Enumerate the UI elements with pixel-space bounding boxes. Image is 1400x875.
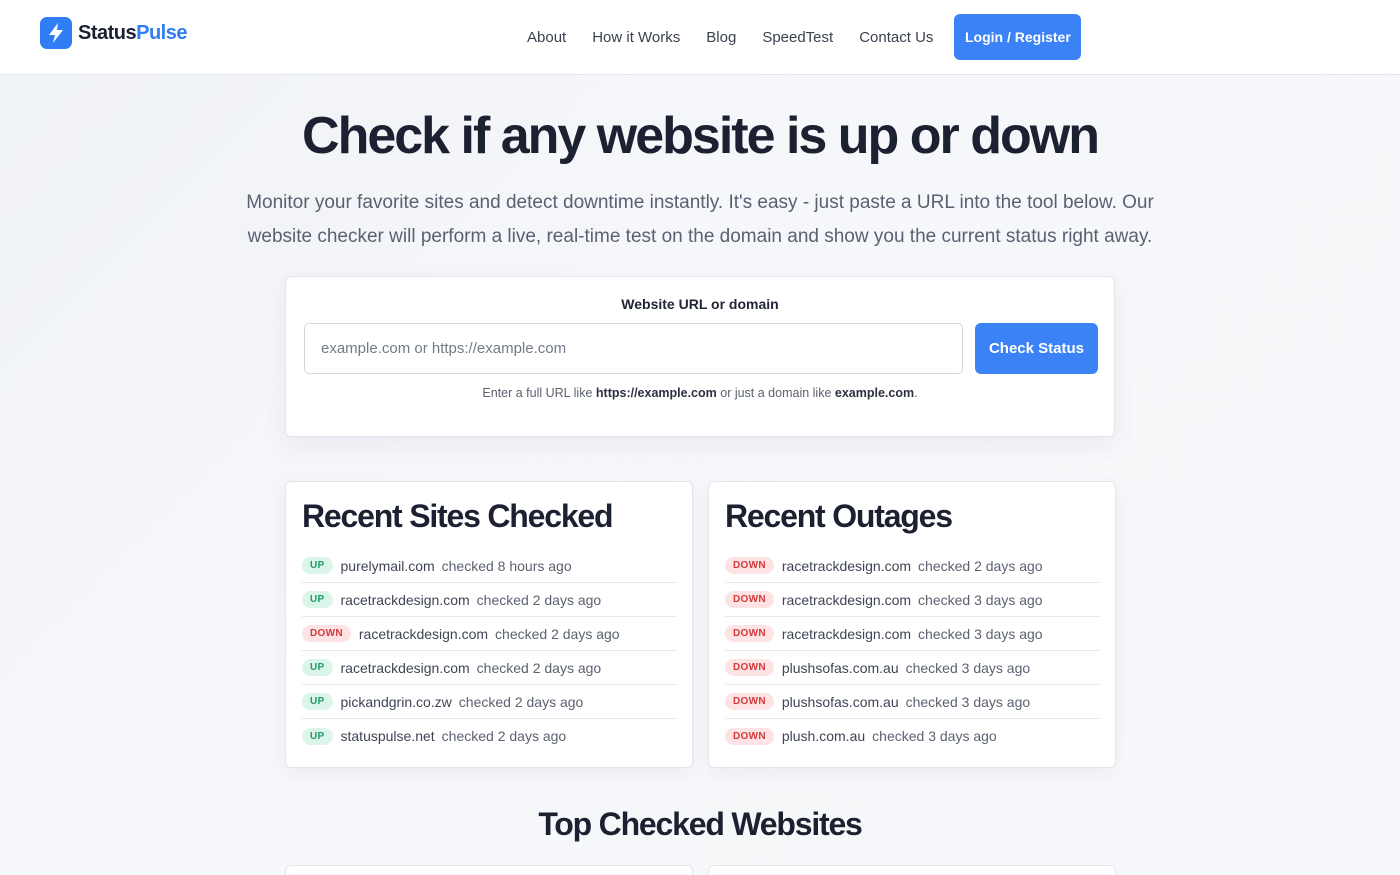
- status-badge: DOWN: [725, 659, 774, 676]
- site-domain-link[interactable]: plushsofas.com.au: [782, 660, 899, 676]
- status-badge: DOWN: [725, 625, 774, 642]
- top-navbar: StatusPulse About How it Works Blog Spee…: [0, 0, 1400, 75]
- recent-outages-panel: Recent Outages DOWN racetrackdesign.com ch…: [708, 481, 1116, 768]
- site-domain-link[interactable]: racetrackdesign.com: [782, 558, 911, 574]
- checked-time: checked 2 days ago: [476, 591, 602, 608]
- url-input[interactable]: [304, 323, 963, 374]
- status-badge: DOWN: [725, 591, 774, 608]
- nav-link-contact-us[interactable]: Contact Us: [846, 29, 946, 46]
- site-domain-link[interactable]: racetrackdesign.com: [782, 592, 911, 608]
- checked-time: checked 3 days ago: [905, 693, 1031, 710]
- site-domain-link[interactable]: racetrackdesign.com: [341, 660, 470, 676]
- list-item: DOWN plushsofas.com.au checked 3 days ago: [725, 651, 1100, 685]
- checked-time: checked 3 days ago: [918, 625, 1043, 642]
- nav-link-how-it-works[interactable]: How it Works: [579, 29, 693, 46]
- top-checked-title: Top Checked Websites: [538, 806, 863, 842]
- site-domain-link[interactable]: purelymail.com: [341, 558, 435, 574]
- list-item: DOWN racetrackdesign.com checked 3 days ag…: [725, 583, 1100, 617]
- recent-sites-title: Recent Sites Checked: [302, 498, 614, 534]
- list-item: DOWN plush.com.au checked 3 days ago: [725, 719, 1100, 753]
- list-item: DOWN racetrackdesign.com checked 3 days ag…: [725, 617, 1100, 651]
- hero-subtitle: Monitor your favorite sites and detect d…: [246, 192, 1154, 247]
- site-domain-link[interactable]: racetrackdesign.com: [359, 626, 488, 642]
- brand-name-part2: Pulse: [136, 21, 187, 44]
- status-badge: UP: [302, 659, 333, 676]
- status-badge: DOWN: [725, 693, 774, 710]
- site-domain-link[interactable]: statuspulse.net: [341, 728, 435, 744]
- status-badge: DOWN: [302, 625, 351, 642]
- list-item: UP racetrackdesign.com checked 2 days ago: [302, 583, 677, 617]
- checked-time: checked 2 days ago: [476, 659, 602, 676]
- checked-time: checked 2 days ago: [918, 557, 1043, 574]
- site-domain-link[interactable]: plushsofas.com.au: [782, 694, 899, 710]
- brand-logo[interactable]: StatusPulse: [40, 17, 187, 49]
- nav-link-blog[interactable]: Blog: [693, 29, 749, 46]
- list-item: DOWN plushsofas.com.au checked 3 days ago: [725, 685, 1100, 719]
- help-middle: or just a domain like: [716, 386, 835, 400]
- status-badge: UP: [302, 591, 333, 608]
- site-domain-link[interactable]: plush.com.au: [782, 728, 865, 744]
- recent-outages-title: Recent Outages: [725, 498, 953, 534]
- brand-name: StatusPulse: [78, 22, 187, 45]
- lightning-bolt-icon: [40, 17, 72, 49]
- status-badge: UP: [302, 693, 333, 710]
- checked-time: checked 8 hours ago: [441, 557, 572, 574]
- top-checked-card-right: [708, 865, 1116, 875]
- help-prefix: Enter a full URL like: [482, 386, 596, 400]
- checked-time: checked 3 days ago: [918, 591, 1043, 608]
- list-item: UP purelymail.com checked 8 hours ago: [302, 549, 677, 583]
- status-badge: UP: [302, 557, 333, 574]
- main-nav: About How it Works Blog SpeedTest Contac…: [514, 14, 1082, 60]
- site-domain-link[interactable]: racetrackdesign.com: [782, 626, 911, 642]
- url-checker-card: Website URL or domain Check Status Enter…: [285, 276, 1115, 437]
- status-badge: DOWN: [725, 557, 774, 574]
- url-field-label: Website URL or domain: [621, 296, 779, 312]
- status-badge: UP: [302, 727, 333, 745]
- nav-link-speedtest[interactable]: SpeedTest: [749, 29, 846, 46]
- list-item: UP racetrackdesign.com checked 2 days ago: [302, 651, 677, 685]
- top-checked-card-left: [285, 865, 693, 875]
- checked-time: checked 2 days ago: [441, 728, 567, 744]
- list-item: UP statuspulse.net checked 2 days ago: [302, 719, 677, 753]
- list-item: UP pickandgrin.co.zw checked 2 days ago: [302, 685, 677, 719]
- nav-link-about[interactable]: About: [514, 29, 579, 46]
- brand-name-part1: Status: [78, 21, 137, 44]
- url-help-text: Enter a full URL like https://example.co…: [286, 386, 1114, 400]
- site-domain-link[interactable]: racetrackdesign.com: [341, 592, 470, 608]
- checked-time: checked 2 days ago: [458, 693, 584, 710]
- checked-time: checked 3 days ago: [872, 728, 997, 744]
- list-item: DOWN racetrackdesign.com checked 2 days ag…: [302, 617, 677, 651]
- hero-title: Check if any website is up or down: [302, 107, 1100, 165]
- login-register-button[interactable]: Login / Register: [954, 14, 1082, 60]
- recent-sites-panel: Recent Sites Checked UP purelymail.com che…: [285, 481, 693, 768]
- help-example-domain: example.com: [834, 386, 915, 400]
- help-suffix: .: [914, 386, 918, 400]
- checked-time: checked 3 days ago: [905, 659, 1031, 676]
- recent-outages-list: DOWN racetrackdesign.com checked 2 days ag…: [725, 549, 1100, 753]
- check-status-button[interactable]: Check Status: [975, 323, 1098, 374]
- status-badge: DOWN: [725, 727, 774, 745]
- checked-time: checked 2 days ago: [495, 625, 620, 642]
- site-domain-link[interactable]: pickandgrin.co.zw: [341, 694, 452, 710]
- help-example-url: https://example.com: [595, 386, 717, 400]
- list-item: DOWN racetrackdesign.com checked 2 days ag…: [725, 549, 1100, 583]
- recent-sites-list: UP purelymail.com checked 8 hours ago UP rac…: [302, 549, 677, 753]
